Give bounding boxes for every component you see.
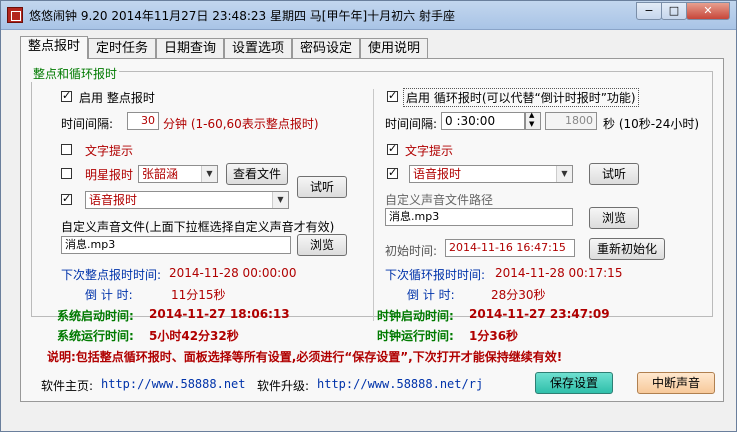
- test-listen-button[interactable]: 试听: [297, 176, 347, 198]
- cycle-browse-button[interactable]: 浏览: [589, 207, 639, 229]
- star-select[interactable]: 张韶涵 ▼: [138, 165, 218, 183]
- voice-select-value: 语音报时: [89, 193, 138, 207]
- cycle-text-tip-checkbox[interactable]: [387, 142, 398, 155]
- sys-run-value: 5小时42分32秒: [149, 329, 239, 343]
- upgrade-link[interactable]: http://www.58888.net/rj: [317, 377, 483, 391]
- cycle-seconds-input[interactable]: 1800: [545, 112, 597, 130]
- tab-settings[interactable]: 设置选项: [224, 38, 292, 58]
- tab-help[interactable]: 使用说明: [360, 38, 428, 58]
- chevron-down-icon[interactable]: ▼: [556, 166, 572, 182]
- next-hourly-value: 2014-11-28 00:00:00: [169, 266, 297, 280]
- minimize-button[interactable]: −: [636, 2, 662, 20]
- view-file-button[interactable]: 查看文件: [226, 163, 288, 185]
- column-divider: [373, 89, 374, 321]
- custom-sound-label: 自定义声音文件(上面下拉框选择自定义声音才有效): [61, 220, 335, 234]
- reinit-button[interactable]: 重新初始化: [589, 238, 665, 260]
- interval-minutes-input[interactable]: 30: [127, 112, 159, 130]
- interval-label: 时间间隔:: [61, 117, 114, 131]
- voice-select[interactable]: 语音报时 ▼: [85, 191, 289, 209]
- cycle-text-tip-label: 文字提示: [405, 144, 454, 158]
- cycle-custom-sound-input[interactable]: 消息.mp3: [385, 208, 573, 226]
- homepage-label: 软件主页:: [41, 379, 94, 393]
- star-chime-label: 明星报时: [85, 168, 134, 182]
- cycle-countdown-value: 28分30秒: [491, 288, 546, 302]
- minutes-unit: 分钟 (1-60,60表示整点报时): [163, 117, 319, 131]
- enable-hourly-label: 启用 整点报时: [79, 91, 155, 105]
- cycle-interval-label: 时间间隔:: [385, 117, 438, 131]
- enable-hourly-checkbox[interactable]: [61, 89, 72, 102]
- star-chime-checkbox[interactable]: [61, 168, 72, 179]
- custom-sound-input[interactable]: 消息.mp3: [61, 236, 291, 254]
- cycle-test-listen-button[interactable]: 试听: [589, 163, 639, 185]
- text-tip-checkbox[interactable]: [61, 144, 72, 155]
- app-clock-icon[interactable]: [7, 7, 23, 23]
- main-window: 悠悠闹钟 9.20 2014年11月27日 23:48:23 星期四 马[甲午年…: [0, 0, 737, 432]
- cycle-voice-select-value: 语音报时: [413, 167, 462, 181]
- clock-run-value: 1分36秒: [469, 329, 519, 343]
- clock-start-label: 时钟启动时间:: [377, 309, 454, 323]
- init-time-label: 初始时间:: [385, 244, 438, 258]
- voice-chime-checkbox[interactable]: [61, 192, 72, 205]
- countdown-value: 11分15秒: [171, 288, 226, 302]
- enable-cycle-label: 启用 循环报时(可以代替“倒计时报时”功能): [403, 88, 639, 107]
- save-note: 说明:包括整点循环报时、面板选择等所有设置,必须进行“保存设置”,下次打开才能保…: [47, 350, 563, 364]
- tab-panel: 整点和循环报时 启用 整点报时 时间间隔: 30 分钟 (1-60,60表示整点…: [20, 58, 724, 402]
- custom-path-label: 自定义声音文件路径: [385, 193, 494, 207]
- interval-spinner[interactable]: [525, 111, 541, 130]
- chevron-down-icon[interactable]: ▼: [201, 166, 217, 182]
- chevron-down-icon[interactable]: ▼: [272, 192, 288, 208]
- window-title: 悠悠闹钟 9.20 2014年11月27日 23:48:23 星期四 马[甲午年…: [29, 9, 455, 23]
- cycle-interval-input[interactable]: 0 :30:00: [441, 112, 525, 130]
- sys-start-value: 2014-11-27 18:06:13: [149, 307, 290, 321]
- clock-run-label: 时钟运行时间:: [377, 329, 454, 343]
- browse-button[interactable]: 浏览: [297, 234, 347, 256]
- tab-hourly-chime[interactable]: 整点报时: [20, 36, 88, 59]
- star-select-value: 张韶涵: [142, 167, 179, 181]
- next-hourly-label: 下次整点报时时间:: [61, 268, 162, 282]
- seconds-unit-label: 秒 (10秒-24小时): [603, 117, 700, 131]
- cycle-countdown-label: 倒 计 时:: [407, 288, 455, 302]
- init-time-input[interactable]: 2014-11-16 16:47:15: [445, 239, 575, 257]
- cycle-voice-select[interactable]: 语音报时 ▼: [409, 165, 573, 183]
- next-cycle-value: 2014-11-28 00:17:15: [495, 266, 623, 280]
- clock-start-value: 2014-11-27 23:47:09: [469, 307, 610, 321]
- sys-run-label: 系统运行时间:: [57, 329, 134, 343]
- countdown-label: 倒 计 时:: [85, 288, 133, 302]
- interval-unit-label: 分钟 (1-60,60表示整点报时): [163, 115, 319, 132]
- stop-sound-button[interactable]: 中断声音: [637, 372, 715, 394]
- save-settings-button[interactable]: 保存设置: [535, 372, 613, 394]
- next-cycle-label: 下次循环报时时间:: [385, 268, 486, 282]
- close-button[interactable]: ✕: [686, 2, 730, 20]
- upgrade-label: 软件升级:: [257, 379, 310, 393]
- tab-date-query[interactable]: 日期查询: [156, 38, 224, 58]
- window-controls: − □ ✕: [636, 2, 730, 20]
- group-title: 整点和循环报时: [31, 65, 120, 82]
- enable-cycle-checkbox[interactable]: [387, 89, 398, 102]
- sys-start-label: 系统启动时间:: [57, 309, 134, 323]
- title-bar[interactable]: 悠悠闹钟 9.20 2014年11月27日 23:48:23 星期四 马[甲午年…: [1, 1, 736, 30]
- tab-scheduled-tasks[interactable]: 定时任务: [88, 38, 156, 58]
- text-tip-label: 文字提示: [85, 144, 134, 158]
- cycle-voice-checkbox[interactable]: [387, 166, 398, 179]
- maximize-button[interactable]: □: [661, 2, 687, 20]
- tab-password[interactable]: 密码设定: [292, 38, 360, 58]
- homepage-link[interactable]: http://www.58888.net: [101, 377, 246, 391]
